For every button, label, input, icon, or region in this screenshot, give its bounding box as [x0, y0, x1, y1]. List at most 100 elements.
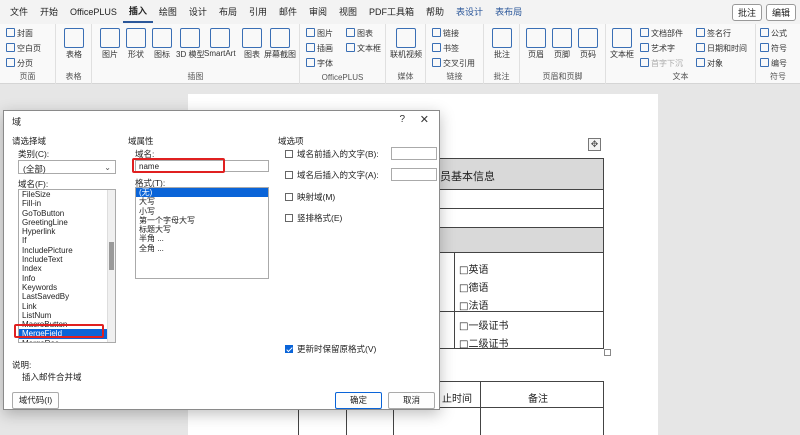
field-names-list[interactable]: FileSize Fill-in GoToButton GreetingLine Hyp…: [18, 189, 116, 343]
field-list-item[interactable]: FileSize: [19, 190, 115, 199]
wordart-button[interactable]: 艺术字: [640, 43, 675, 54]
field-list-item[interactable]: Keywords: [19, 283, 115, 292]
date-time-button[interactable]: 日期和时间: [696, 43, 747, 54]
menu-review[interactable]: 审阅: [303, 0, 333, 24]
ok-button[interactable]: 确定: [335, 392, 382, 409]
page-number-button[interactable]: 页码: [578, 28, 598, 60]
quick-parts-button[interactable]: 文档部件: [640, 28, 683, 39]
menu-help[interactable]: 帮助: [420, 0, 450, 24]
lang-english[interactable]: □英语: [459, 261, 488, 276]
field-list-item[interactable]: Link: [19, 302, 115, 311]
field-list-item[interactable]: IncludeText: [19, 255, 115, 264]
menu-draw[interactable]: 绘图: [153, 0, 183, 24]
text-before-input[interactable]: [391, 147, 437, 160]
picture-button[interactable]: 图片: [100, 28, 120, 60]
symbol-button[interactable]: 符号: [760, 43, 787, 54]
field-list-item[interactable]: If: [19, 236, 115, 245]
menu-table-layout[interactable]: 表布局: [489, 0, 528, 24]
field-list-item[interactable]: MergeRec: [19, 339, 115, 342]
format-list-item[interactable]: 大写: [136, 197, 268, 206]
drop-cap-button[interactable]: 首字下沉: [640, 58, 683, 69]
footer-button[interactable]: 页脚: [552, 28, 572, 60]
mapped-field-checkbox[interactable]: 映射域(M): [285, 191, 335, 203]
field-list-item[interactable]: Hyperlink: [19, 227, 115, 236]
new-comment-button[interactable]: 批注: [492, 28, 512, 60]
page-break-button[interactable]: 分页: [6, 58, 33, 69]
format-list-item[interactable]: 半角 ...: [136, 234, 268, 243]
close-icon[interactable]: ✕: [420, 113, 429, 126]
object-button[interactable]: 对象: [696, 58, 723, 69]
cube-icon: [180, 28, 201, 48]
op-picture-button[interactable]: 图片: [306, 28, 333, 39]
cert-level1[interactable]: □一级证书: [459, 317, 508, 332]
op-font-button[interactable]: 字体: [306, 58, 333, 69]
format-list-item[interactable]: 小写: [136, 207, 268, 216]
text-before-checkbox[interactable]: 域名前插入的文字(B):: [285, 148, 379, 160]
smartart-button[interactable]: SmartArt: [204, 28, 236, 58]
textbox-button[interactable]: 文本框: [610, 28, 634, 60]
preserve-format-checkbox[interactable]: 更新时保留原格式(V): [285, 343, 376, 355]
equation-button[interactable]: 公式: [760, 28, 787, 39]
menu-table-design[interactable]: 表设计: [450, 0, 489, 24]
menu-design[interactable]: 设计: [183, 0, 213, 24]
field-list-item[interactable]: Fill-in: [19, 199, 115, 208]
field-list-item[interactable]: GreetingLine: [19, 218, 115, 227]
category-select[interactable]: (全部) ⌄: [18, 160, 116, 174]
op-chart-button[interactable]: 图表: [346, 28, 373, 39]
field-list-item[interactable]: IncludePicture: [19, 246, 115, 255]
group-label-table: 表格: [65, 72, 82, 81]
field-list-item[interactable]: Info: [19, 274, 115, 283]
field-list-item[interactable]: GoToButton: [19, 209, 115, 218]
text-after-input[interactable]: [391, 168, 437, 181]
format-list-item[interactable]: 全角 ...: [136, 244, 268, 253]
table-move-handle[interactable]: ✥: [588, 138, 601, 151]
op-textbox-button[interactable]: 文本框: [346, 43, 381, 54]
menu-home[interactable]: 开始: [34, 0, 64, 24]
field-list-item[interactable]: ListNum: [19, 311, 115, 320]
list-scrollbar[interactable]: [107, 190, 115, 342]
menu-file[interactable]: 文件: [4, 0, 34, 24]
field-list-item[interactable]: LastSavedBy: [19, 292, 115, 301]
lang-german[interactable]: □德语: [459, 279, 488, 294]
header-button[interactable]: 页眉: [526, 28, 546, 60]
icons-button[interactable]: 图标: [152, 28, 172, 60]
menu-pdf-tools[interactable]: PDF工具箱: [363, 0, 420, 24]
cover-page-button[interactable]: 封面: [6, 28, 33, 39]
menu-references[interactable]: 引用: [243, 0, 273, 24]
vertical-format-checkbox[interactable]: 竖排格式(E): [285, 212, 342, 224]
field-list-item[interactable]: Index: [19, 264, 115, 273]
format-list-item[interactable]: 第一个字母大写: [136, 216, 268, 225]
signature-line-button[interactable]: 签名行: [696, 28, 731, 39]
text-after-checkbox[interactable]: 域名后插入的文字(A):: [285, 169, 379, 181]
bookmark-button[interactable]: 书签: [432, 43, 459, 54]
menu-officeplus[interactable]: OfficePLUS: [64, 0, 123, 24]
chart-button[interactable]: 图表: [242, 28, 262, 60]
chart-icon: [242, 28, 262, 48]
table-button[interactable]: 表格: [64, 28, 84, 60]
blank-page-button[interactable]: 空白页: [6, 43, 41, 54]
dialog-title: 域: [12, 117, 22, 127]
menu-view[interactable]: 视图: [333, 0, 363, 24]
table-resize-handle[interactable]: [604, 349, 611, 356]
op-illustration-button[interactable]: 插画: [306, 43, 333, 54]
comments-button[interactable]: 批注: [731, 4, 762, 21]
cert-level2[interactable]: □二级证书: [459, 335, 508, 350]
scrollbar-thumb[interactable]: [109, 242, 114, 270]
menu-mailings[interactable]: 邮件: [273, 0, 303, 24]
help-button[interactable]: ?: [399, 114, 405, 125]
link-button[interactable]: 链接: [432, 28, 459, 39]
editing-button[interactable]: 编辑: [765, 4, 796, 21]
numbering-button[interactable]: 编号: [760, 58, 787, 69]
cross-reference-button[interactable]: 交叉引用: [432, 58, 475, 69]
field-codes-button[interactable]: 域代码(I): [12, 392, 59, 409]
lang-french[interactable]: □法语: [459, 297, 488, 312]
cancel-button[interactable]: 取消: [388, 392, 435, 409]
menu-insert[interactable]: 插入: [122, 1, 153, 23]
menu-layout[interactable]: 布局: [213, 0, 243, 24]
3d-model-button[interactable]: 3D 模型: [176, 28, 204, 60]
shapes-button[interactable]: 形状: [126, 28, 146, 60]
screenshot-button[interactable]: 屏幕截图: [264, 28, 296, 60]
format-list-item[interactable]: (无): [136, 188, 268, 198]
format-list[interactable]: (无) 大写 小写 第一个字母大写 标题大写 半角 ... 全角 ...: [135, 187, 269, 279]
online-video-button[interactable]: 联机视频: [390, 28, 422, 60]
